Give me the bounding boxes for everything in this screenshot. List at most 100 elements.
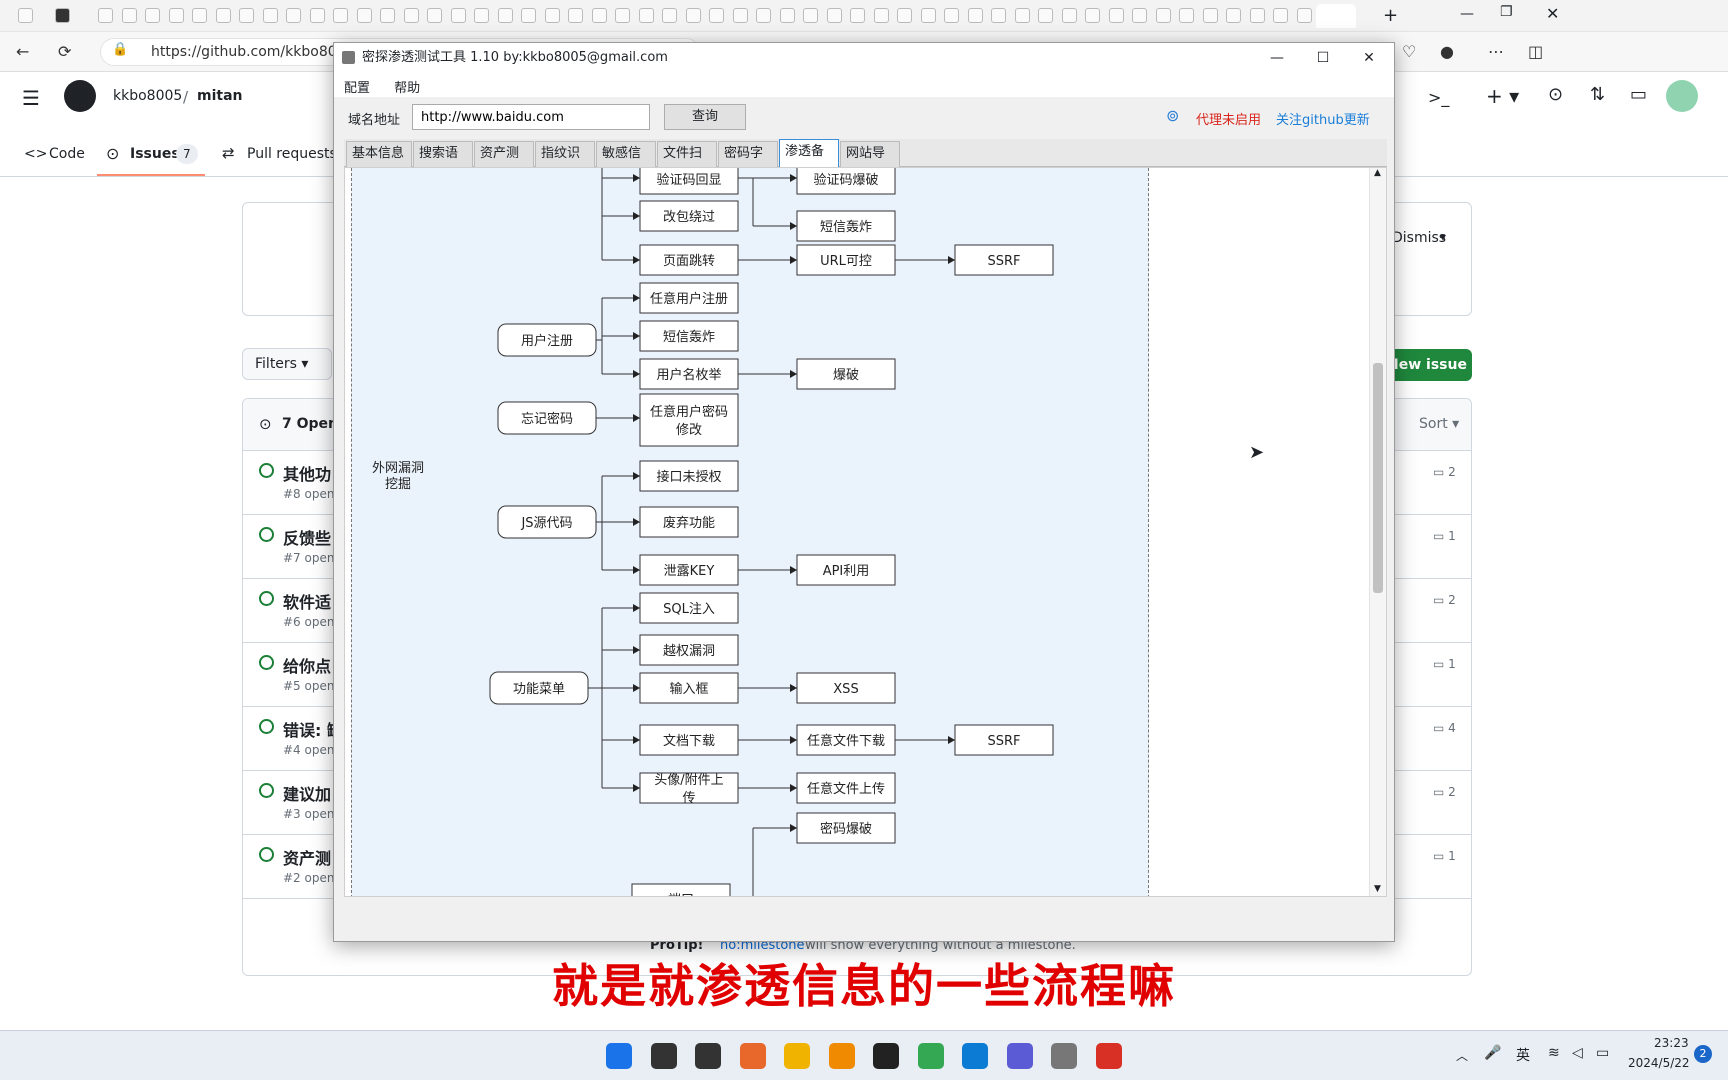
menu-help[interactable]: 帮助 bbox=[384, 73, 430, 100]
taskbar-app-icon[interactable] bbox=[1095, 1043, 1122, 1069]
tab-pull-requests[interactable]: Pull requests bbox=[247, 146, 337, 162]
browser-tab-icon[interactable] bbox=[192, 8, 207, 23]
browser-tab-icon[interactable] bbox=[427, 8, 442, 23]
browser-tab-icon[interactable] bbox=[944, 8, 959, 23]
browser-tab-icon[interactable] bbox=[803, 8, 818, 23]
taskbar-app-icon[interactable] bbox=[828, 1043, 855, 1069]
browser-tab-icon[interactable] bbox=[1179, 8, 1194, 23]
taskbar-app-icon[interactable] bbox=[784, 1043, 810, 1069]
issue-title[interactable]: 资产测 bbox=[283, 845, 331, 869]
browser-tab-icon[interactable] bbox=[1085, 8, 1100, 23]
taskbar-app-icon[interactable] bbox=[695, 1043, 721, 1069]
browser-tab-icon[interactable] bbox=[685, 8, 701, 23]
browser-tab-icon[interactable] bbox=[403, 8, 419, 23]
taskbar-app-icon[interactable] bbox=[1006, 1043, 1033, 1069]
browser-tab-icon[interactable] bbox=[450, 8, 466, 23]
vertical-scrollbar[interactable]: ▲ ▼ bbox=[1369, 168, 1386, 896]
browser-tab-icon[interactable] bbox=[873, 8, 889, 23]
menu-config[interactable]: 配置 bbox=[334, 73, 380, 100]
issue-title[interactable]: 其他功 bbox=[283, 461, 331, 485]
app-tab[interactable]: 网站导航 bbox=[840, 141, 900, 185]
new-issue-button[interactable]: New issue bbox=[1382, 349, 1472, 381]
hamburger-icon[interactable]: ☰ bbox=[22, 86, 40, 110]
reload-icon[interactable]: ⟳ bbox=[58, 42, 71, 61]
browser-tab-icon[interactable] bbox=[756, 8, 771, 23]
back-icon[interactable]: ← bbox=[16, 42, 29, 61]
issue-comments[interactable]: ▭ 4 bbox=[1433, 721, 1456, 735]
window-close-icon[interactable]: ✕ bbox=[1346, 43, 1392, 73]
clock-date[interactable]: 2024/5/22 bbox=[1628, 1056, 1690, 1070]
browser-tab-icon[interactable] bbox=[1061, 8, 1077, 23]
profile-icon[interactable]: ● bbox=[1440, 42, 1454, 61]
new-tab-icon[interactable]: + bbox=[1383, 5, 1398, 26]
browser-tab-icon[interactable] bbox=[615, 8, 630, 23]
scroll-down-icon[interactable]: ▼ bbox=[1374, 884, 1381, 894]
tab-code[interactable]: Code bbox=[49, 146, 85, 162]
create-new-icon[interactable]: + ▾ bbox=[1486, 84, 1519, 108]
browser-tab-icon[interactable] bbox=[1038, 8, 1053, 23]
avatar[interactable] bbox=[1666, 80, 1698, 112]
active-browser-tab[interactable] bbox=[1316, 4, 1356, 28]
browser-tab-icon[interactable] bbox=[521, 8, 536, 23]
wifi-icon[interactable]: ≋ bbox=[1548, 1045, 1560, 1061]
browser-tab-icon[interactable] bbox=[239, 8, 254, 23]
proxy-status[interactable]: 代理未启用 bbox=[1196, 109, 1261, 128]
browser-tab-icon[interactable] bbox=[544, 8, 560, 23]
minimize-icon[interactable]: — bbox=[1460, 6, 1474, 22]
browser-tab-icon[interactable] bbox=[286, 8, 301, 23]
terminal-icon[interactable]: >_ bbox=[1428, 88, 1449, 107]
close-icon[interactable]: ✕ bbox=[1546, 4, 1559, 23]
more-icon[interactable]: ⋯ bbox=[1488, 42, 1504, 61]
scroll-up-icon[interactable]: ▲ bbox=[1374, 168, 1381, 178]
issue-comments[interactable]: ▭ 1 bbox=[1433, 529, 1456, 543]
browser-tab-icon[interactable] bbox=[779, 8, 795, 23]
github-logo-icon[interactable] bbox=[64, 80, 96, 112]
browser-tab-icon[interactable] bbox=[474, 8, 489, 23]
issue-title[interactable]: 建议加 bbox=[283, 781, 331, 805]
issue-title[interactable]: 给你点 bbox=[283, 653, 331, 677]
browser-tab-icon[interactable] bbox=[168, 8, 184, 23]
inbox-icon[interactable]: ▭ bbox=[1630, 84, 1647, 105]
browser-tab-icon[interactable] bbox=[709, 8, 724, 23]
ime-indicator[interactable]: 英 bbox=[1516, 1045, 1530, 1065]
issue-title[interactable]: 软件适 bbox=[283, 589, 331, 613]
browser-tab-icon[interactable] bbox=[145, 8, 160, 23]
repo-owner-link[interactable]: kkbo8005 bbox=[113, 88, 182, 104]
filters-button[interactable]: Filters ▾ bbox=[242, 348, 332, 380]
browser-tab-icon[interactable] bbox=[215, 8, 231, 23]
scroll-thumb[interactable] bbox=[1373, 363, 1383, 593]
browser-tab-icon[interactable] bbox=[497, 8, 513, 23]
browser-tab-icon[interactable] bbox=[98, 8, 113, 23]
app-tab[interactable]: 指纹识别 bbox=[535, 141, 595, 185]
query-button[interactable]: 查询 bbox=[664, 104, 746, 130]
browser-tab-icon[interactable] bbox=[568, 8, 583, 23]
extensions-icon[interactable]: ♡ bbox=[1402, 42, 1416, 61]
browser-tab-icon[interactable] bbox=[850, 8, 865, 23]
repo-name-link[interactable]: mitan bbox=[197, 88, 243, 104]
browser-tab-icon[interactable] bbox=[121, 8, 137, 23]
browser-tab-icon[interactable] bbox=[1273, 8, 1288, 23]
pull-requests-icon[interactable]: ⇅ bbox=[1590, 84, 1605, 105]
app-tab[interactable]: 渗透备忘 bbox=[779, 139, 839, 183]
browser-tab-icon[interactable] bbox=[262, 8, 278, 23]
tray-chevron-icon[interactable]: ︿ bbox=[1456, 1047, 1468, 1064]
app-tab[interactable]: 文件扫描 bbox=[657, 141, 717, 185]
browser-tab-icon[interactable] bbox=[591, 8, 607, 23]
issue-comments[interactable]: ▭ 2 bbox=[1433, 593, 1456, 607]
browser-tab-icon[interactable] bbox=[991, 8, 1006, 23]
taskbar-app-icon[interactable] bbox=[917, 1043, 944, 1069]
battery-icon[interactable]: ▭ bbox=[1596, 1045, 1609, 1061]
window-maximize-icon[interactable]: ☐ bbox=[1300, 43, 1346, 73]
window-minimize-icon[interactable]: — bbox=[1254, 43, 1300, 73]
browser-tab-icon[interactable] bbox=[1202, 8, 1218, 23]
mic-icon[interactable]: 🎤 bbox=[1484, 1045, 1501, 1061]
notification-badge[interactable]: 2 bbox=[1694, 1045, 1712, 1063]
browser-tab-icon[interactable] bbox=[662, 8, 677, 23]
browser-tab-icon[interactable] bbox=[732, 8, 748, 23]
issues-icon[interactable]: ⊙ bbox=[1548, 84, 1563, 105]
browser-tab-icon[interactable] bbox=[333, 8, 348, 23]
workspaces-icon[interactable] bbox=[18, 8, 33, 23]
issue-comments[interactable]: ▭ 1 bbox=[1433, 657, 1456, 671]
browser-tab-icon[interactable] bbox=[1108, 8, 1124, 23]
tab-actions-icon[interactable] bbox=[55, 8, 70, 23]
